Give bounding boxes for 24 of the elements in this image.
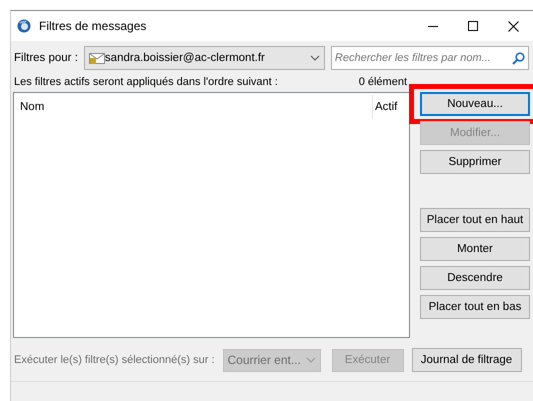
action-button[interactable]: Monter	[420, 237, 530, 261]
action-button[interactable]: Nouveau...	[420, 92, 530, 116]
action-button[interactable]: Descendre	[420, 266, 530, 290]
close-icon	[508, 20, 518, 32]
action-button[interactable]: Placer tout en bas	[420, 295, 530, 319]
mail-account-icon	[88, 51, 105, 65]
filters-for-label: Filtres pour :	[14, 52, 78, 64]
maximize-icon	[468, 21, 478, 31]
column-header[interactable]: Actif	[373, 101, 409, 113]
caret-icon	[310, 55, 320, 61]
status-text: Les filtres actifs seront appliqués dans l'ordre suivant :	[14, 76, 278, 88]
run-label: Exécuter le(s) filtre(s) sélectionné(s) sur :	[14, 354, 214, 366]
caret-icon	[306, 357, 316, 363]
window-title: Filtres de messages	[39, 19, 148, 33]
search-icon	[512, 52, 525, 64]
filter-list[interactable]: Nom Actif	[13, 92, 410, 338]
action-button[interactable]: Supprimer	[420, 150, 530, 174]
account-dropdown[interactable]: sandra.boissier@ac-clermont.fr	[84, 46, 325, 70]
column-header[interactable]: Nom	[14, 95, 373, 119]
app-icon	[17, 19, 31, 33]
filter-count: 0 élément	[358, 76, 407, 88]
search-field[interactable]: Rechercher les filtres par nom...	[330, 46, 529, 70]
filter-log-button[interactable]: Journal de filtrage	[412, 348, 522, 372]
action-button[interactable]: Placer tout en haut	[420, 208, 530, 232]
